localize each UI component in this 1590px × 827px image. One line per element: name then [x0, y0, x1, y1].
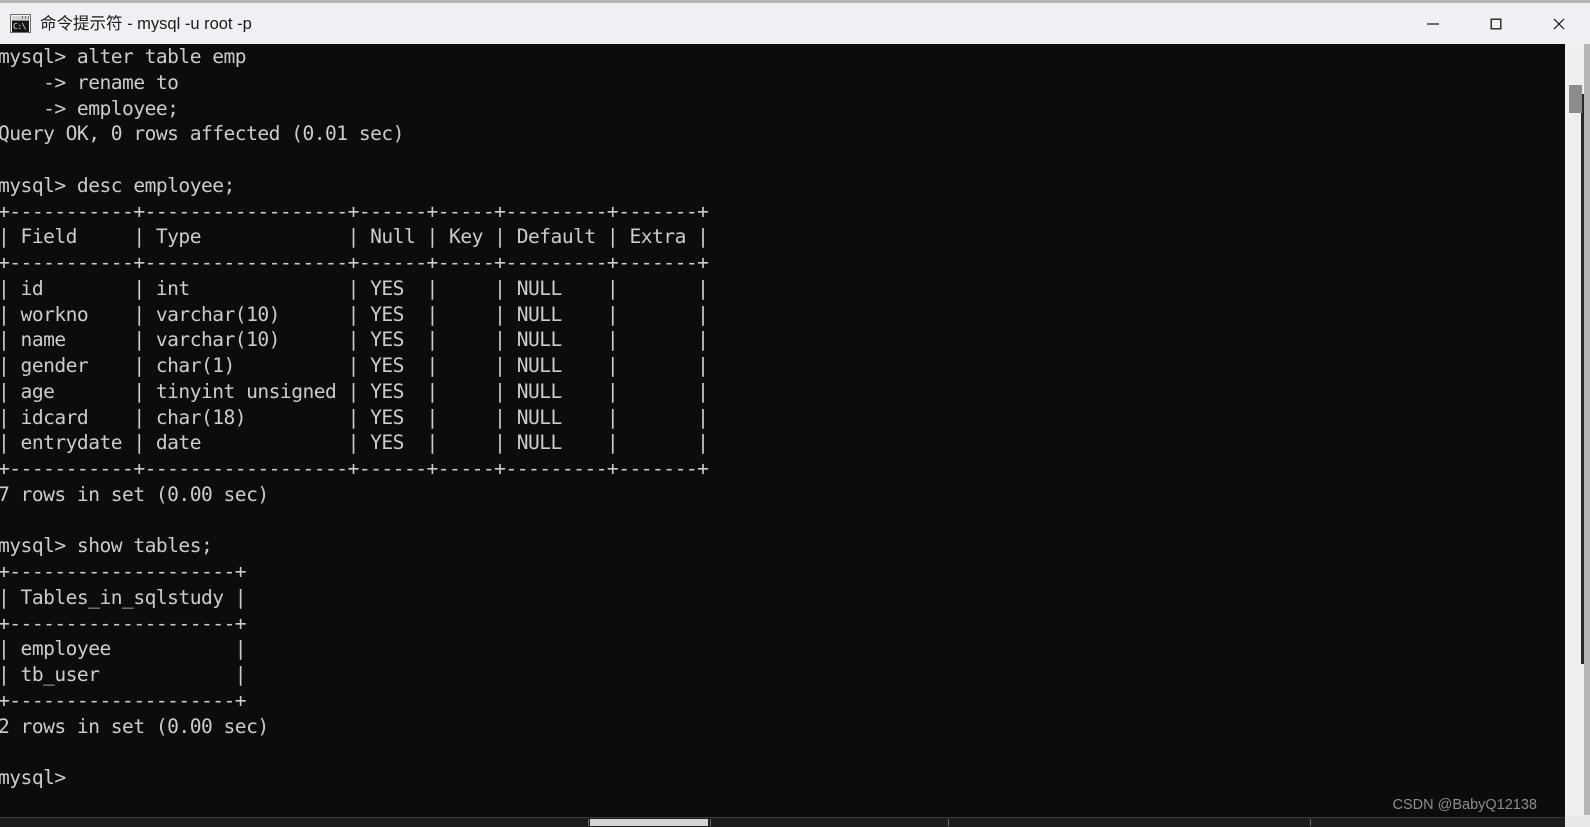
- horizontal-scrollbar[interactable]: [0, 817, 1565, 827]
- horizontal-scrollbar-tick: [710, 819, 711, 826]
- title-bar[interactable]: C:\ 命令提示符 - mysql -u root -p: [0, 0, 1590, 44]
- vertical-scrollbar-thumb[interactable]: [1569, 85, 1582, 113]
- vertical-scrollbar-shadow: [1581, 94, 1584, 664]
- scrollbar-corner: [1565, 815, 1590, 827]
- cmd-icon-screen: C:\: [12, 21, 29, 32]
- watermark: CSDN @BabyQ12138: [1392, 797, 1537, 813]
- horizontal-scrollbar-thumb[interactable]: [590, 819, 708, 826]
- vertical-scrollbar[interactable]: [1565, 44, 1590, 827]
- horizontal-scrollbar-tick: [588, 819, 589, 826]
- horizontal-scrollbar-tick: [1310, 819, 1311, 826]
- terminal-text: mysql> alter table emp -> rename to -> e…: [0, 45, 709, 789]
- close-button[interactable]: [1527, 3, 1590, 44]
- maximize-button[interactable]: [1464, 3, 1527, 44]
- window-title: 命令提示符 - mysql -u root -p: [40, 14, 252, 33]
- horizontal-scrollbar-tick: [948, 819, 949, 826]
- minimize-icon: [1426, 22, 1439, 25]
- close-icon: [1553, 18, 1564, 29]
- title-bar-left: C:\ 命令提示符 - mysql -u root -p: [0, 3, 1401, 44]
- window-controls: [1401, 3, 1590, 44]
- terminal-output-area[interactable]: mysql> alter table emp -> rename to -> e…: [0, 44, 1565, 827]
- maximize-icon: [1490, 18, 1501, 29]
- cmd-icon: C:\: [10, 14, 31, 33]
- vertical-scrollbar-edge: [1584, 44, 1590, 827]
- minimize-button[interactable]: [1401, 3, 1464, 44]
- console-window: C:\ 命令提示符 - mysql -u root -p mysql> alte…: [0, 0, 1590, 827]
